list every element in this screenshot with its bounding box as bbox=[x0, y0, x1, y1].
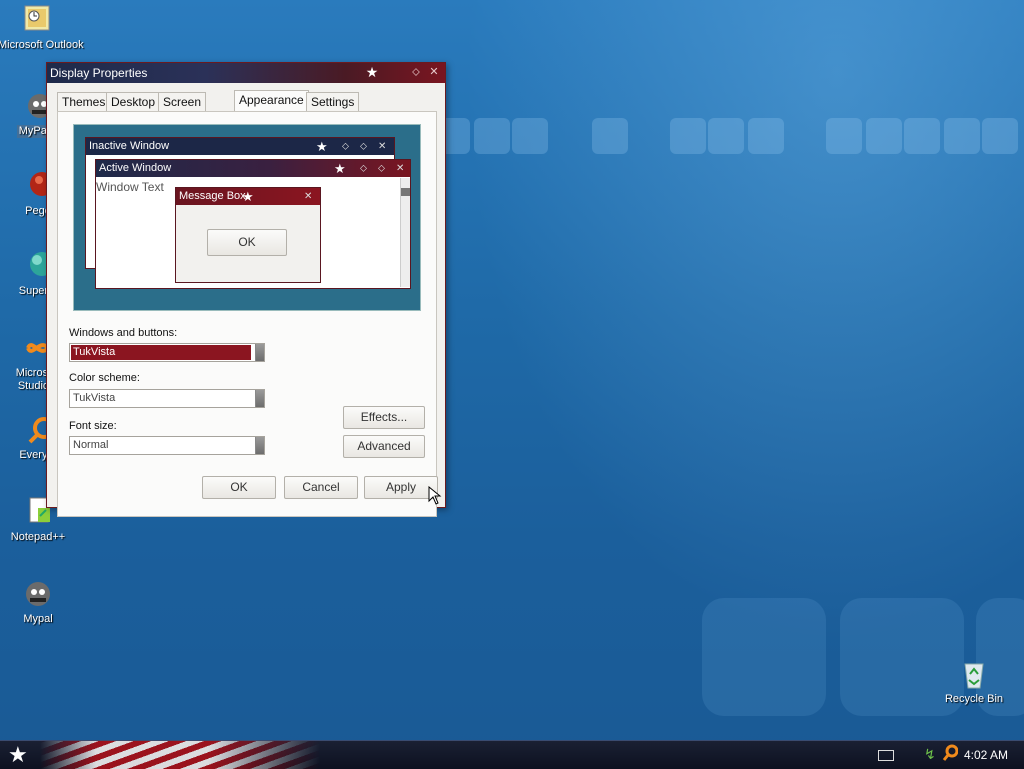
star-icon: ★ bbox=[8, 742, 28, 767]
desktop-icon-mypal[interactable]: Mypal bbox=[0, 578, 78, 626]
window-titlebar[interactable]: Display Properties ★ ⬦ ✕ bbox=[47, 63, 445, 83]
preview-inactive-title: Inactive Window bbox=[89, 140, 170, 152]
close-icon: ✕ bbox=[304, 191, 313, 202]
recycle-bin-icon bbox=[958, 658, 990, 690]
font-size-label: Font size: bbox=[69, 420, 117, 432]
network-icon[interactable]: ↯ bbox=[924, 746, 936, 763]
tab-screen-saver[interactable]: Screen Saver bbox=[158, 92, 207, 128]
dropdown-arrow-icon[interactable] bbox=[255, 437, 264, 454]
font-size-select[interactable]: Normal bbox=[69, 436, 265, 455]
star-icon: ★ bbox=[242, 189, 254, 204]
bg-tile bbox=[982, 118, 1018, 154]
outlook-icon bbox=[22, 4, 54, 36]
preview-inactive-titlebar: Inactive Window ★ ⬦ ⬦ ✕ bbox=[86, 138, 394, 155]
bg-tile bbox=[748, 118, 784, 154]
preview-message-box-title: Message Box bbox=[179, 190, 246, 202]
desktop-icon-outlook[interactable]: Microsoft Outlook bbox=[0, 4, 84, 52]
color-scheme-value: TukVista bbox=[73, 392, 116, 404]
windows-buttons-select[interactable]: TukVista bbox=[69, 343, 265, 362]
bg-tile bbox=[512, 118, 548, 154]
dropdown-arrow-icon[interactable] bbox=[255, 344, 264, 361]
tab-appearance[interactable]: Appearance bbox=[234, 90, 309, 113]
tab-themes[interactable]: Themes bbox=[57, 92, 111, 112]
color-scheme-label: Color scheme: bbox=[69, 372, 140, 384]
star-icon: ★ bbox=[334, 161, 346, 176]
star-icon: ★ bbox=[365, 64, 379, 80]
desktop-icon-label: Notepad++ bbox=[10, 531, 66, 543]
keyboard-icon[interactable] bbox=[878, 750, 894, 761]
color-scheme-select[interactable]: TukVista bbox=[69, 389, 265, 408]
maximize-icon: ⬦ bbox=[342, 141, 349, 152]
restore-icon: ⬦ bbox=[360, 141, 367, 152]
window-title: Display Properties bbox=[50, 66, 148, 80]
dropdown-arrow-icon[interactable] bbox=[255, 390, 264, 407]
preview-ok-button: OK bbox=[207, 229, 287, 256]
preview-active-titlebar: Active Window ★ ⬦ ⬦ ✕ bbox=[96, 160, 410, 177]
star-icon: ★ bbox=[316, 139, 328, 154]
taskbar: ★ ↯ 4:02 AM bbox=[0, 740, 1024, 769]
display-properties-window: Display Properties ★ ⬦ ✕ Themes Desktop … bbox=[46, 62, 446, 517]
preview-active-title: Active Window bbox=[99, 162, 172, 174]
apply-button[interactable]: Apply bbox=[364, 476, 438, 499]
close-icon: ✕ bbox=[378, 141, 387, 152]
raccoon-icon bbox=[22, 578, 54, 610]
ok-button[interactable]: OK bbox=[202, 476, 276, 499]
desktop-icon-label: Mypal bbox=[23, 613, 53, 625]
preview-scrollbar bbox=[400, 178, 410, 287]
clock[interactable]: 4:02 AM bbox=[964, 748, 1008, 762]
bg-tile bbox=[474, 118, 510, 154]
tab-settings[interactable]: Settings bbox=[306, 92, 360, 112]
close-icon: ✕ bbox=[396, 163, 405, 174]
effects-button[interactable]: Effects... bbox=[343, 406, 425, 429]
windows-buttons-label: Windows and buttons: bbox=[69, 327, 178, 339]
search-tray-icon[interactable] bbox=[942, 744, 959, 765]
preview-message-box: Message Box ★ ✕ OK bbox=[175, 187, 321, 283]
advanced-button[interactable]: Advanced bbox=[343, 435, 425, 458]
bg-tile bbox=[826, 118, 862, 154]
bg-tile bbox=[866, 118, 902, 154]
flag-decoration bbox=[40, 741, 320, 769]
cancel-button[interactable]: Cancel bbox=[284, 476, 358, 499]
mouse-cursor-icon bbox=[428, 485, 442, 509]
bg-tile bbox=[670, 118, 706, 154]
bg-tile bbox=[708, 118, 744, 154]
close-button[interactable]: ✕ bbox=[427, 65, 441, 79]
bg-tile bbox=[904, 118, 940, 154]
preview-scroll-thumb bbox=[401, 188, 410, 196]
bg-large-tile bbox=[702, 598, 826, 716]
preview-window-text: Window Text bbox=[96, 180, 164, 194]
restore-icon: ⬦ bbox=[378, 163, 385, 174]
start-button[interactable]: ★ bbox=[4, 742, 32, 768]
maximize-button[interactable]: ⬦ bbox=[409, 65, 423, 79]
preview-message-box-titlebar: Message Box ★ ✕ bbox=[176, 188, 320, 205]
maximize-icon: ⬦ bbox=[360, 163, 367, 174]
desktop-icon-label: Microsoft Outlook bbox=[0, 39, 84, 51]
appearance-panel: Inactive Window ★ ⬦ ⬦ ✕ Active Window ★ … bbox=[57, 111, 437, 517]
appearance-preview: Inactive Window ★ ⬦ ⬦ ✕ Active Window ★ … bbox=[73, 124, 421, 311]
desktop-icon-recycle-bin[interactable]: Recycle Bin bbox=[934, 658, 1014, 706]
tab-desktop[interactable]: Desktop bbox=[106, 92, 161, 112]
bg-tile bbox=[944, 118, 980, 154]
font-size-value: Normal bbox=[73, 439, 109, 451]
windows-buttons-value: TukVista bbox=[73, 346, 116, 358]
desktop-icon-label: Recycle Bin bbox=[944, 693, 1004, 705]
bg-tile bbox=[592, 118, 628, 154]
